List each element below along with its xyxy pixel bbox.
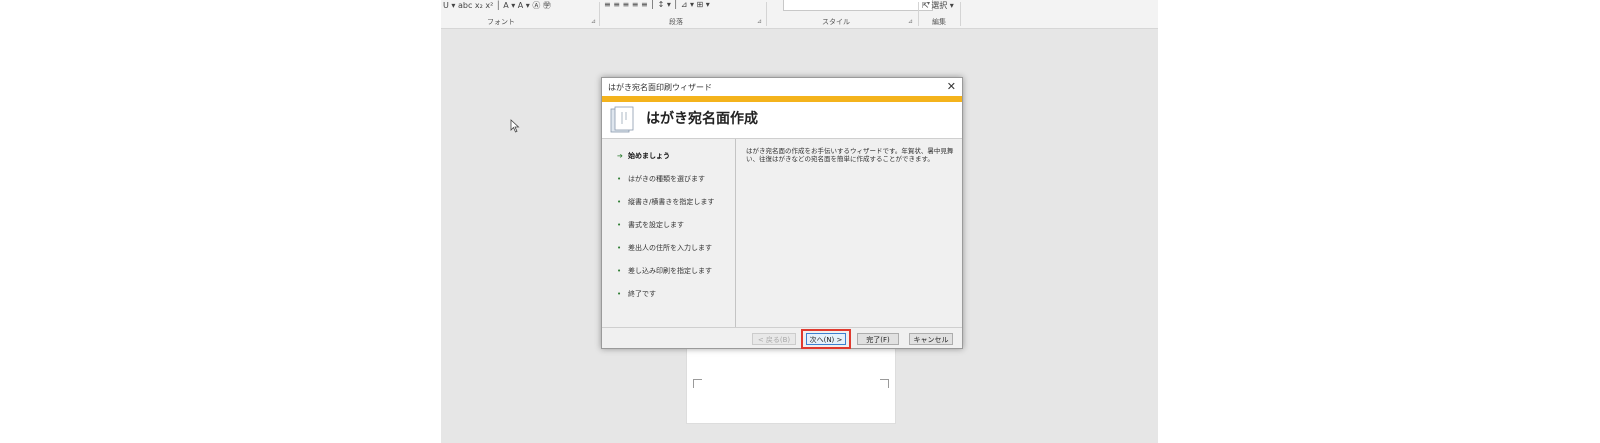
ribbon: U ▾ abc x₂ x² │ A ▾ A ▾ Ⓐ ㊫ ≡ ≡ ≡ ≡ ≡ │ …	[441, 0, 1158, 29]
wizard-step: • 書式を設定します	[617, 220, 684, 230]
postcard-wizard-dialog: はがき宛名面印刷ウィザード ✕ はがき宛名面作成 ➔ 始めましょう • はがきの種類…	[601, 77, 963, 349]
paragraph-dialog-launcher-icon[interactable]: ⊿	[757, 18, 762, 25]
divider	[735, 139, 736, 327]
bullet-icon: •	[617, 244, 622, 252]
wizard-step: • 縦書き/横書きを指定します	[617, 197, 714, 207]
font-dialog-launcher-icon[interactable]: ⊿	[591, 18, 596, 25]
wizard-step: • はがきの種類を選びます	[617, 174, 705, 184]
ribbon-separator	[960, 2, 961, 26]
wizard-step: • 終了です	[617, 289, 656, 299]
bullet-icon: •	[617, 198, 622, 206]
group-label-style: スタイル	[822, 18, 850, 26]
crop-mark	[693, 379, 702, 388]
select-label: 選択 ▾	[931, 1, 954, 10]
cursor-arrow-icon: ⇱	[922, 1, 929, 10]
dialog-titlebar: はがき宛名面印刷ウィザード ✕	[602, 78, 962, 96]
wizard-step: ➔ 始めましょう	[617, 151, 670, 161]
wizard-step: • 差し込み印刷を指定します	[617, 266, 712, 276]
style-gallery[interactable]: ▾	[783, 0, 933, 11]
step-label: 始めましょう	[628, 152, 670, 160]
wizard-step: • 差出人の住所を入力します	[617, 243, 712, 253]
word-app-window: U ▾ abc x₂ x² │ A ▾ A ▾ Ⓐ ㊫ ≡ ≡ ≡ ≡ ≡ │ …	[441, 0, 1158, 443]
cancel-button[interactable]: キャンセル	[909, 333, 953, 345]
bullet-icon: •	[617, 175, 622, 183]
bullet-icon: •	[617, 267, 622, 275]
wizard-heading: はがき宛名面作成	[646, 111, 758, 127]
step-label: 書式を設定します	[628, 221, 684, 229]
postcard-icon	[610, 106, 634, 133]
back-button[interactable]: < 戻る(B)	[752, 333, 796, 345]
bullet-icon: •	[617, 221, 622, 229]
document-page[interactable]	[686, 348, 896, 424]
step-label: 縦書き/横書きを指定します	[628, 198, 715, 206]
step-label: 差出人の住所を入力します	[628, 244, 712, 252]
ribbon-separator	[599, 2, 600, 26]
step-label: はがきの種類を選びます	[628, 175, 705, 183]
paragraph-tools[interactable]: ≡ ≡ ≡ ≡ ≡ │ ↕ ▾ │ ⊿ ▾ ⊞ ▾	[604, 0, 710, 12]
wizard-steps: ➔ 始めましょう • はがきの種類を選びます • 縦書き/横書きを指定します • 書式を…	[602, 139, 735, 327]
mouse-pointer-icon	[510, 119, 520, 133]
arrow-right-icon: ➔	[617, 152, 623, 160]
next-button[interactable]: 次へ(N) >	[806, 333, 846, 345]
style-dialog-launcher-icon[interactable]: ⊿	[908, 18, 913, 25]
group-label-font: フォント	[487, 18, 515, 26]
font-tools[interactable]: U ▾ abc x₂ x² │ A ▾ A ▾ Ⓐ ㊫	[443, 0, 551, 12]
finish-button[interactable]: 完了(F)	[857, 333, 899, 345]
dialog-title: はがき宛名面印刷ウィザード	[608, 83, 712, 92]
ribbon-separator	[766, 2, 767, 26]
crop-mark	[880, 379, 889, 388]
close-icon[interactable]: ✕	[947, 80, 956, 93]
wizard-header: はがき宛名面作成	[602, 102, 962, 139]
button-bar: < 戻る(B) 次へ(N) > 完了(F) キャンセル	[602, 327, 962, 349]
select-button[interactable]: ⇱ 選択 ▾	[922, 0, 954, 12]
step-label: 差し込み印刷を指定します	[628, 267, 712, 275]
group-label-paragraph: 段落	[669, 18, 683, 26]
group-label-edit: 編集	[932, 18, 946, 26]
bullet-icon: •	[617, 290, 622, 298]
step-label: 終了です	[628, 290, 656, 298]
ribbon-separator	[918, 2, 919, 26]
wizard-description: はがき宛名面の作成をお手伝いするウィザードです。年賀状、暑中見舞い、往復はがきな…	[746, 147, 954, 163]
